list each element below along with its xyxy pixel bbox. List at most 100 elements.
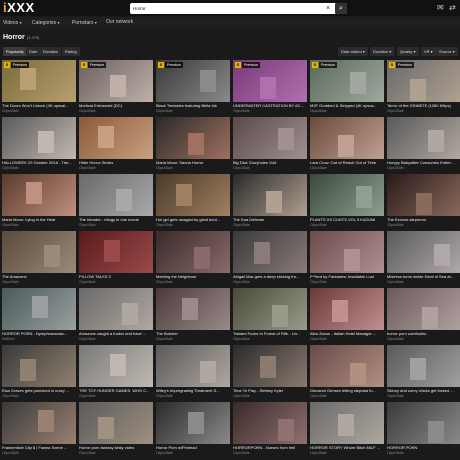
video-card[interactable]: Elsa Graves gets punished in crazy ... Cl… <box>2 345 76 402</box>
video-thumbnail[interactable] <box>233 174 307 216</box>
video-thumbnail[interactable] <box>387 288 460 330</box>
video-thumbnail[interactable] <box>156 345 230 387</box>
video-source[interactable]: Clips4Sale <box>310 166 384 171</box>
video-card[interactable]: HORRORPORN - Nurses from hell Clips4Sale <box>233 402 307 459</box>
video-title[interactable]: Meeting the Neighbour <box>156 274 230 279</box>
video-card[interactable]: HORROR PORN Clips4Sale <box>387 402 460 459</box>
search-input[interactable] <box>133 3 323 14</box>
video-card[interactable]: PILLOW TALKS 2 Clips4Sale <box>79 231 153 288</box>
video-card[interactable]: THE TOY HUNGER GAMES, WHO C... Clips4Sale <box>79 345 153 402</box>
video-card[interactable]: HORROR STORY Whore Bitch MILF ... Clips4S… <box>310 402 384 459</box>
video-source[interactable]: Clips4Sale <box>233 166 307 171</box>
video-source[interactable]: Clips4Sale <box>2 394 76 399</box>
video-source[interactable]: Clips4Sale <box>310 394 384 399</box>
video-source[interactable]: Clips4Sale <box>156 109 230 114</box>
tab-date[interactable]: Date <box>26 47 41 56</box>
video-thumbnail[interactable] <box>233 402 307 444</box>
site-logo[interactable]: iXXX <box>3 1 35 15</box>
video-thumbnail[interactable] <box>156 231 230 273</box>
video-source[interactable]: Clips4Sale <box>233 337 307 342</box>
video-card[interactable]: Hot girl gets ravaged by giant knot... Cl… <box>156 174 230 231</box>
video-thumbnail[interactable] <box>387 174 460 216</box>
video-title[interactable]: PILLOW TALKS 2 <box>79 274 153 279</box>
video-title[interactable]: THE TOY HUNGER GAMES, WHO C... <box>79 388 153 393</box>
video-thumbnail[interactable] <box>310 288 384 330</box>
video-card[interactable]: Frankenticle Clip 8 | Fawna Scene ... Cli… <box>2 402 76 459</box>
video-title[interactable]: Horror porn fantasy kinky video <box>79 445 153 450</box>
video-title[interactable]: Time To Play - Stefany Kyler <box>233 388 307 393</box>
video-card[interactable]: Giovanni Gensen letting stepdad fu... Cli… <box>310 345 384 402</box>
video-title[interactable]: Big Dick Gloryholes Vol1 <box>233 160 307 165</box>
video-title[interactable]: horror porn cumthulhu <box>387 331 460 336</box>
video-card[interactable]: S Premium M2F Grabbed & Stripped (4K upsca… <box>310 60 384 117</box>
video-source[interactable]: Clips4Sale <box>79 166 153 171</box>
video-card[interactable]: HALLOWEEK 29 October 2018 - The... Clips4… <box>2 117 76 174</box>
video-card[interactable]: Meeting the Neighbour Clips4Sale <box>156 231 230 288</box>
nav-categories[interactable]: Categories ▾ <box>32 19 60 27</box>
video-card[interactable]: S Premium The Doors Won't Unlock (4K upsca… <box>2 60 76 117</box>
video-source[interactable]: Clips4Sale <box>156 280 230 285</box>
video-title[interactable]: Abigail Mac gets a deep sticking fro... <box>233 274 307 279</box>
video-thumbnail[interactable] <box>310 174 384 216</box>
video-source[interactable]: Clips4Sale <box>79 394 153 399</box>
video-thumbnail[interactable] <box>387 117 460 159</box>
video-card[interactable]: horror porn cumthulhu Clips4Sale <box>387 288 460 345</box>
video-card[interactable]: Maria Moon: Lying in the Heat Clips4Sale <box>2 174 76 231</box>
video-card[interactable]: Mistress turns inside Devil of Sea at...… <box>387 231 460 288</box>
video-source[interactable]: Clips4Sale <box>387 109 460 114</box>
video-thumbnail[interactable] <box>79 402 153 444</box>
video-source[interactable]: Clips4Sale <box>387 337 460 342</box>
video-source[interactable]: Clips4Sale <box>156 337 230 342</box>
video-card[interactable]: S Premium UNDERWATER CASTRATION BY AC... Cl… <box>233 60 307 117</box>
video-card[interactable]: The Butcher Clips4Sale <box>156 288 230 345</box>
video-thumbnail[interactable] <box>2 345 76 387</box>
video-title[interactable]: Wifey's Impregnating Treatment S... <box>156 388 230 393</box>
video-card[interactable]: F**ked by Fantasies: Insatiable Lust Clip… <box>310 231 384 288</box>
chat-icon[interactable]: ✉ <box>437 3 444 13</box>
video-source[interactable]: Clips4Sale <box>233 280 307 285</box>
video-title[interactable]: The Doors Won't Unlock (4K upscal... <box>2 103 76 108</box>
video-card[interactable]: The Intruder - trilogy in one movie Clips… <box>79 174 153 231</box>
video-source[interactable]: Clips4Sale <box>310 337 384 342</box>
video-thumbnail[interactable] <box>387 402 460 444</box>
video-title[interactable]: Hitler Horror Series <box>79 160 153 165</box>
video-source[interactable]: Clips4Sale <box>233 223 307 228</box>
search-button[interactable]: ⌕ <box>335 3 347 14</box>
video-title[interactable]: Hungry Babysitter Consumes Entire... <box>387 160 460 165</box>
video-title[interactable]: The Exorcis-stepmom <box>387 217 460 222</box>
video-source[interactable]: Clips4Sale <box>2 109 76 114</box>
video-title[interactable]: Hot girl gets ravaged by giant knot... <box>156 217 230 222</box>
filter-source[interactable]: Source ▾ <box>436 47 458 56</box>
video-title[interactable]: Maria Moon: Lying in the Heat <box>2 217 76 222</box>
video-card[interactable]: Alba Zavon - Italian Hotel Manager ... Cl… <box>310 288 384 345</box>
video-title[interactable]: Maria Moon: Sauna Horror <box>156 160 230 165</box>
video-source[interactable]: Clips4Sale <box>387 166 460 171</box>
video-card[interactable]: The Amazons Clips4Sale <box>2 231 76 288</box>
video-card[interactable]: Amazons caught a fucker and have ... Clip… <box>79 288 153 345</box>
tab-rating[interactable]: Rating <box>62 47 80 56</box>
video-title[interactable]: Amazons caught a fucker and have ... <box>79 331 153 336</box>
video-source[interactable]: Clips4Sale <box>233 394 307 399</box>
video-source[interactable]: Clips4Sale <box>156 451 230 456</box>
video-card[interactable]: Maria Moon: Sauna Horror Clips4Sale <box>156 117 230 174</box>
video-title[interactable]: M2F Grabbed & Stripped (4K upsca... <box>310 103 384 108</box>
video-source[interactable]: Clips4Sale <box>79 109 153 114</box>
video-thumbnail[interactable] <box>2 117 76 159</box>
video-thumbnail[interactable] <box>233 117 307 159</box>
video-thumbnail[interactable]: S Premium <box>2 60 76 102</box>
video-thumbnail[interactable] <box>233 231 307 273</box>
video-source[interactable]: Clips4Sale <box>79 223 153 228</box>
video-card[interactable]: S Premium Black Tentacles featuring Bella … <box>156 60 230 117</box>
video-source[interactable]: Clips4Sale <box>156 223 230 228</box>
video-thumbnail[interactable] <box>2 402 76 444</box>
video-source[interactable]: Clips4Sale <box>310 451 384 456</box>
video-source[interactable]: Clips4Sale <box>233 109 307 114</box>
video-card[interactable]: Hungry Babysitter Consumes Entire... Clip… <box>387 117 460 174</box>
video-source[interactable]: DaftSex <box>2 337 76 342</box>
tab-popularity[interactable]: Popularity <box>3 47 27 56</box>
video-thumbnail[interactable] <box>2 174 76 216</box>
video-title[interactable]: Black Tentacles featuring Bella Ink <box>156 103 230 108</box>
video-card[interactable]: PLANTS VS CUNTS VOL 9 KAZUMI Clips4Sale <box>310 174 384 231</box>
video-thumbnail[interactable] <box>156 117 230 159</box>
video-card[interactable]: Horror Porn w/Pinhead Clips4Sale <box>156 402 230 459</box>
